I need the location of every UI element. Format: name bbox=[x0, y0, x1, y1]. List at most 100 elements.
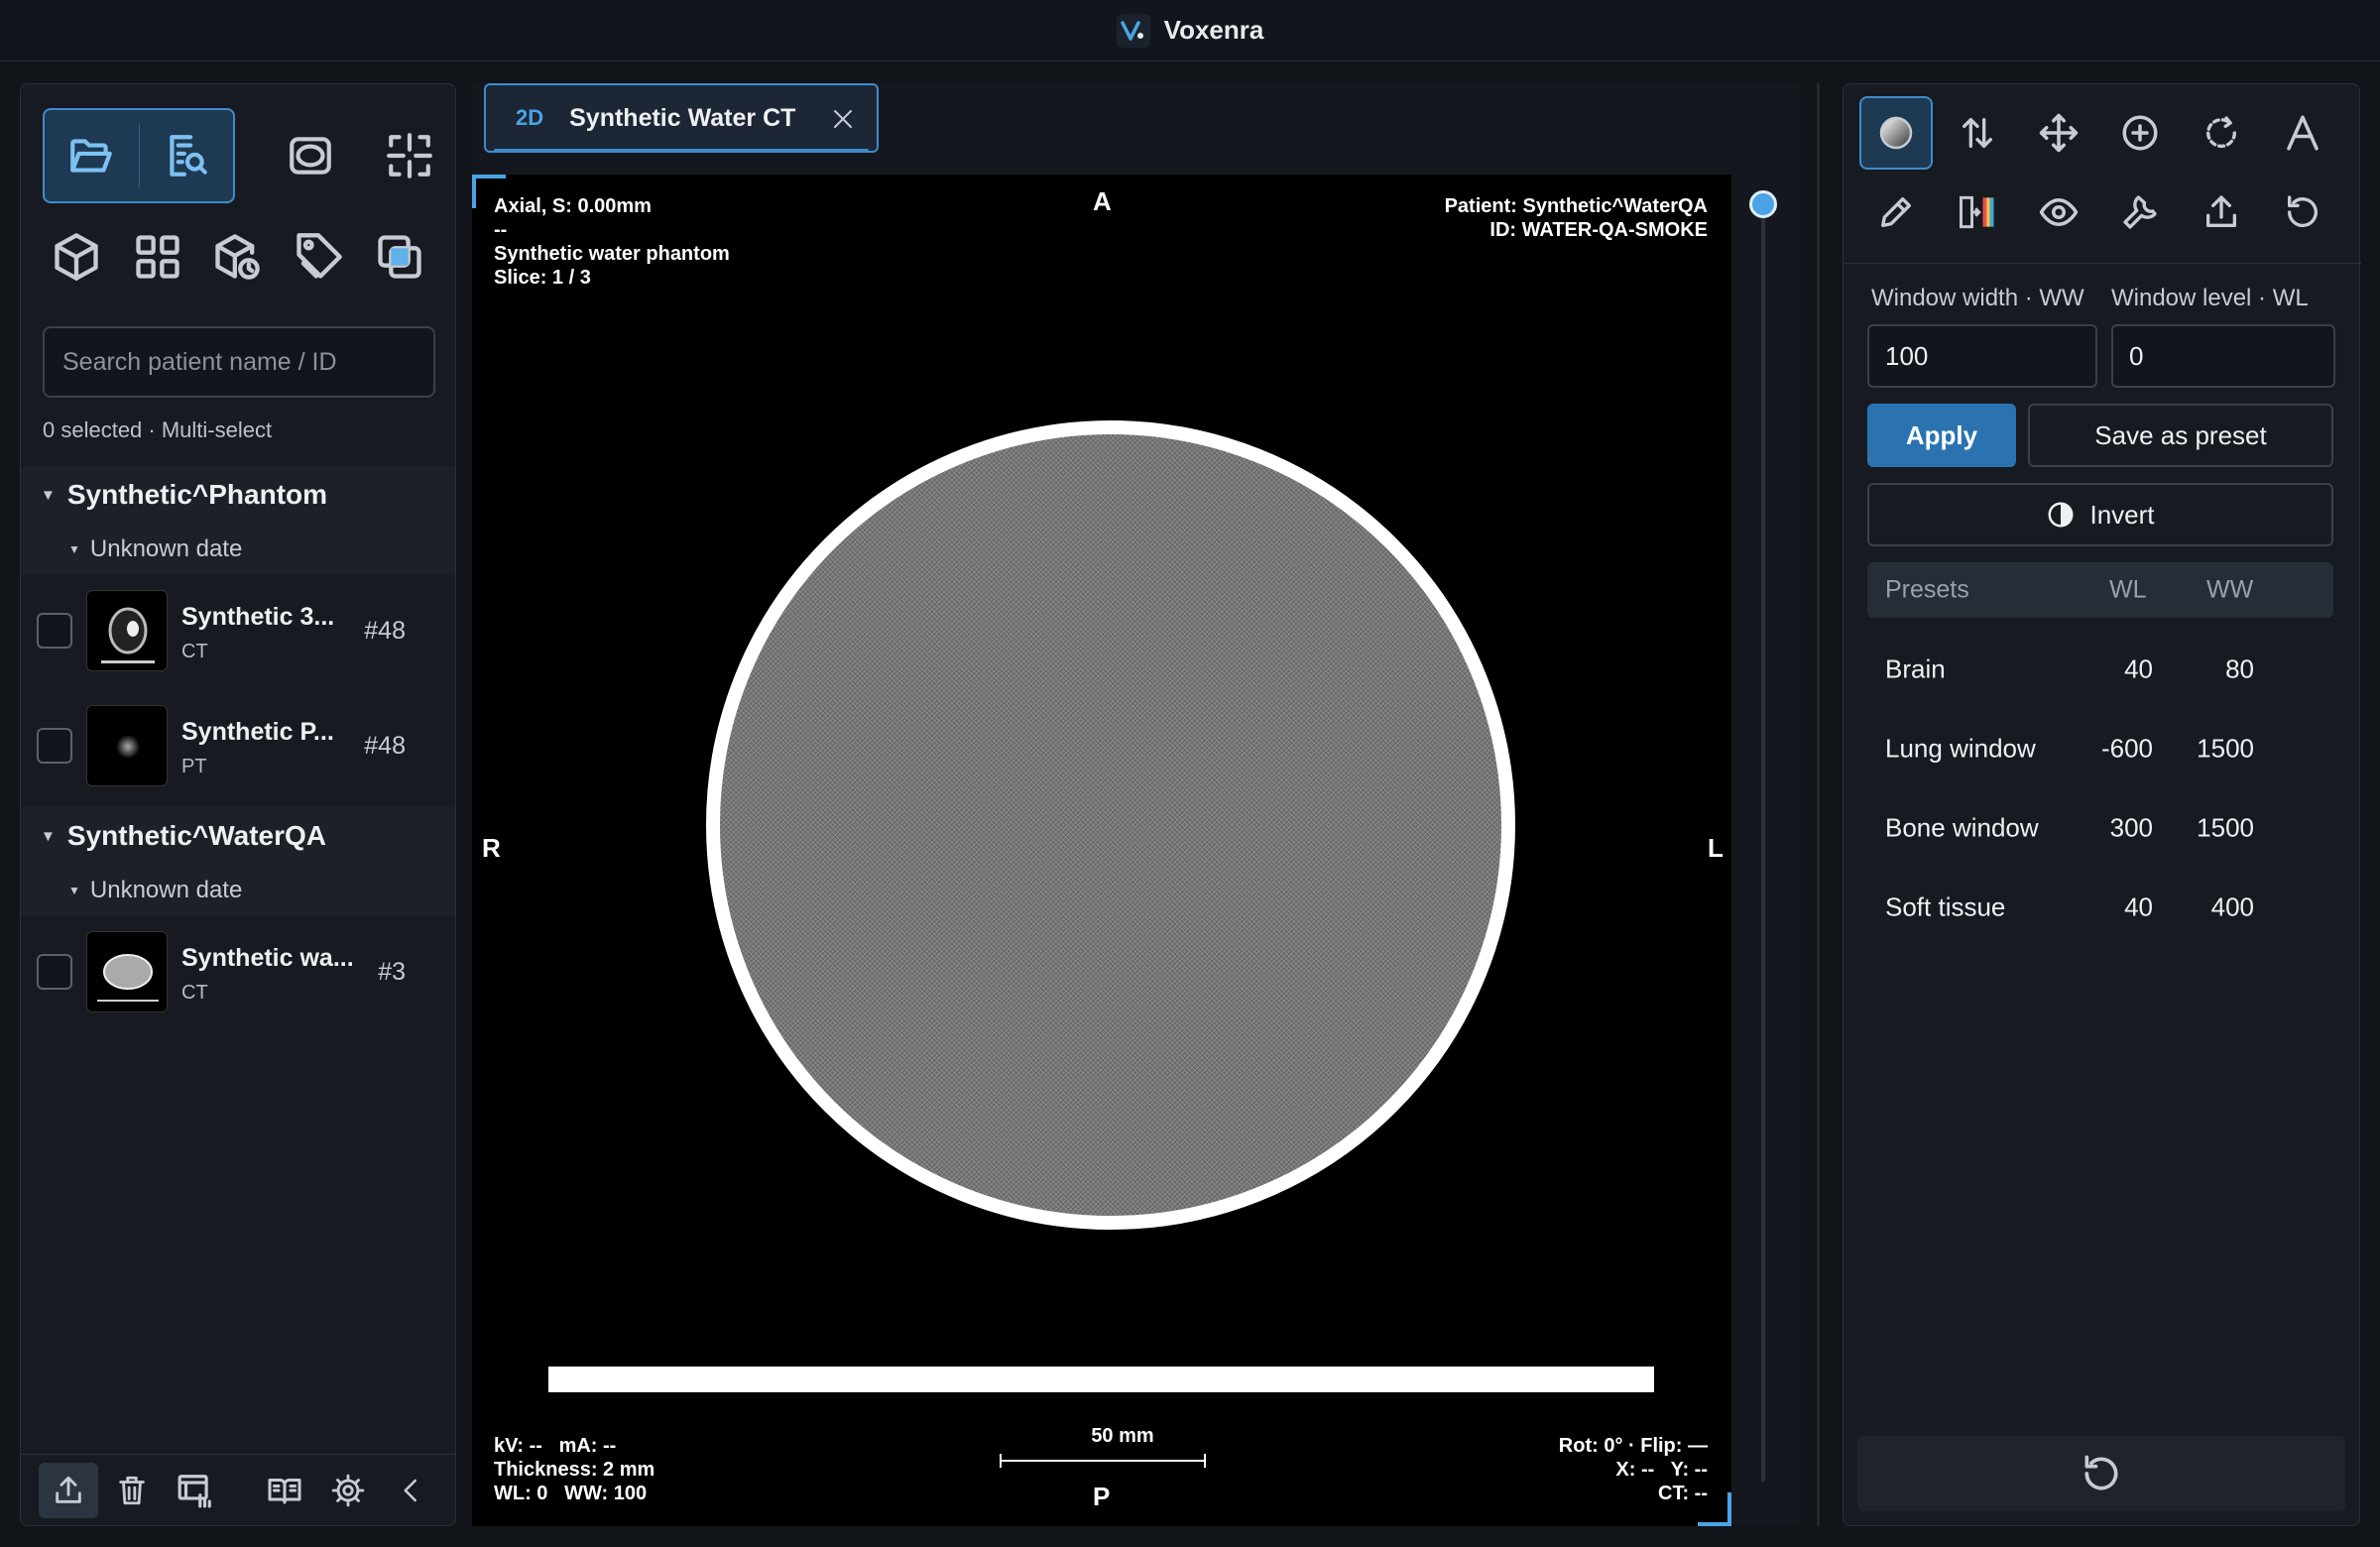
patient-group-waterqa[interactable]: ▼ Synthetic^WaterQA bbox=[21, 807, 455, 865]
series-checkbox[interactable] bbox=[37, 728, 72, 764]
rotate-tool[interactable] bbox=[2185, 96, 2258, 170]
export-icon bbox=[56, 1476, 81, 1503]
folder-open-icon bbox=[70, 139, 113, 173]
docs-button[interactable] bbox=[255, 1463, 314, 1518]
reset-icon bbox=[2084, 1455, 2118, 1490]
cube-icon bbox=[55, 233, 98, 281]
panel-divider[interactable] bbox=[1817, 83, 1820, 1526]
expand-caret-icon: ▼ bbox=[68, 884, 80, 897]
colormap-tool[interactable] bbox=[1941, 176, 2014, 249]
tags-button[interactable] bbox=[281, 219, 356, 295]
app-title: Voxenra bbox=[1163, 15, 1264, 45]
slice-slider-track[interactable] bbox=[1761, 190, 1765, 1482]
series-search-icon bbox=[170, 135, 207, 177]
series-name: Synthetic wa... bbox=[181, 944, 354, 972]
wrench-icon bbox=[2123, 195, 2157, 229]
series-item[interactable]: Synthetic wa... CT #3 bbox=[21, 916, 455, 1027]
expand-caret-icon: ▼ bbox=[68, 542, 80, 556]
invert-button[interactable]: Invert bbox=[1867, 483, 2333, 546]
selection-info: 0 selected · Multi-select bbox=[43, 417, 273, 442]
tab-title: Synthetic Water CT bbox=[569, 103, 796, 132]
tab-series-search[interactable] bbox=[140, 110, 234, 201]
preset-name: Bone window bbox=[1885, 812, 2039, 843]
overlay-bottom-left: kV: -- mA: -- Thickness: 2 mm WL: 0 WW: … bbox=[494, 1435, 655, 1504]
series-checkbox[interactable] bbox=[37, 954, 72, 990]
ellipse-roi-icon bbox=[290, 137, 331, 175]
layout-settings-button[interactable] bbox=[166, 1463, 225, 1518]
preset-name: Lung window bbox=[1885, 733, 2036, 764]
orientation-right: L bbox=[1708, 833, 1724, 863]
export-button[interactable] bbox=[39, 1462, 98, 1518]
preset-ww: 1500 bbox=[2197, 733, 2254, 764]
reset-window-button[interactable] bbox=[1857, 1436, 2345, 1511]
book-icon bbox=[268, 1478, 301, 1503]
window-level-input[interactable] bbox=[2111, 324, 2335, 388]
image-viewport[interactable]: Axial, S: 0.00mm -- Synthetic water phan… bbox=[472, 175, 1731, 1526]
slice-slider[interactable] bbox=[1749, 190, 1777, 1482]
viewer-tab[interactable]: 2D Synthetic Water CT bbox=[484, 83, 879, 153]
overlay-icon bbox=[378, 235, 421, 279]
study-date-row[interactable]: ▼ Unknown date bbox=[21, 524, 455, 575]
grid-layout-icon bbox=[136, 235, 179, 279]
tab-studies[interactable] bbox=[45, 110, 139, 201]
draw-tool[interactable] bbox=[1859, 176, 1933, 249]
preset-row[interactable]: Lung window -600 1500 bbox=[1867, 709, 2333, 788]
pencil-icon bbox=[1881, 197, 1911, 227]
series-thumbnail bbox=[86, 590, 168, 671]
preset-wl: 40 bbox=[2124, 654, 2153, 684]
reset-view-tool[interactable] bbox=[2266, 176, 2339, 249]
tools-settings[interactable] bbox=[2103, 176, 2177, 249]
3d-view-button[interactable] bbox=[39, 219, 114, 295]
colormap-icon bbox=[1960, 195, 1994, 229]
settings-button[interactable] bbox=[318, 1463, 378, 1518]
table-artifact bbox=[548, 1367, 1654, 1392]
pan-tool[interactable] bbox=[2022, 96, 2095, 170]
presets-header-wl: WL bbox=[2109, 575, 2147, 604]
overlay-top-left: Axial, S: 0.00mm -- Synthetic water phan… bbox=[494, 195, 730, 289]
zoom-icon bbox=[2122, 115, 2158, 151]
invert-icon bbox=[2048, 502, 2074, 528]
preset-row[interactable]: Bone window 300 1500 bbox=[1867, 788, 2333, 868]
save-preset-button[interactable]: Save as preset bbox=[2028, 404, 2333, 467]
collapse-sidebar-button[interactable] bbox=[382, 1463, 441, 1518]
measure-tool[interactable] bbox=[2266, 96, 2339, 170]
overlay-top-right: Patient: Synthetic^WaterQA ID: WATER-QA-… bbox=[1444, 195, 1708, 241]
water-phantom-image bbox=[706, 420, 1515, 1230]
slice-slider-handle[interactable] bbox=[1749, 190, 1777, 218]
zoom-tool[interactable] bbox=[2103, 96, 2177, 170]
ellipse-roi-button[interactable] bbox=[273, 118, 348, 193]
tools-panel: Window width · WW Window level · WL Appl… bbox=[1843, 83, 2361, 1526]
patient-search-input[interactable] bbox=[43, 326, 435, 398]
close-tab-button[interactable] bbox=[831, 107, 855, 131]
delete-button[interactable] bbox=[102, 1463, 162, 1518]
export-tool[interactable] bbox=[2185, 176, 2258, 249]
preset-wl: -600 bbox=[2100, 733, 2153, 764]
scroll-tool[interactable] bbox=[1941, 96, 2014, 170]
volume-history-button[interactable] bbox=[199, 219, 275, 295]
window-level-tool[interactable] bbox=[1859, 96, 1933, 170]
expand-caret-icon: ▼ bbox=[41, 486, 56, 504]
crosshair-frame-button[interactable] bbox=[372, 118, 447, 193]
orientation-left: R bbox=[482, 833, 501, 863]
window-width-input[interactable] bbox=[1867, 324, 2097, 388]
visibility-tool[interactable] bbox=[2022, 176, 2095, 249]
series-item[interactable]: Synthetic 3... CT #48 bbox=[21, 575, 455, 686]
measure-icon bbox=[2287, 115, 2319, 151]
grid-layout-button[interactable] bbox=[120, 219, 195, 295]
patient-group-phantom[interactable]: ▼ Synthetic^Phantom bbox=[21, 466, 455, 524]
series-checkbox[interactable] bbox=[37, 613, 72, 649]
overlay-button[interactable] bbox=[362, 219, 437, 295]
eye-icon bbox=[2039, 198, 2079, 226]
crosshair-frame-icon bbox=[387, 133, 432, 178]
apply-button[interactable]: Apply bbox=[1867, 404, 2016, 467]
series-modality: CT bbox=[181, 982, 208, 1004]
preset-row[interactable]: Soft tissue 40 400 bbox=[1867, 868, 2333, 947]
study-date: Unknown date bbox=[89, 877, 243, 903]
viewer-area: 2D Synthetic Water CT Axial, S: 0.00mm -… bbox=[472, 83, 1799, 1526]
preset-row[interactable]: Brain 40 80 bbox=[1867, 630, 2333, 709]
orientation-top: A bbox=[1093, 186, 1112, 216]
preset-name: Soft tissue bbox=[1885, 892, 2006, 922]
series-item[interactable]: Synthetic P... PT #48 bbox=[21, 690, 455, 801]
window-level-label: Window level · WL bbox=[2111, 285, 2309, 311]
study-date-row[interactable]: ▼ Unknown date bbox=[21, 865, 455, 916]
